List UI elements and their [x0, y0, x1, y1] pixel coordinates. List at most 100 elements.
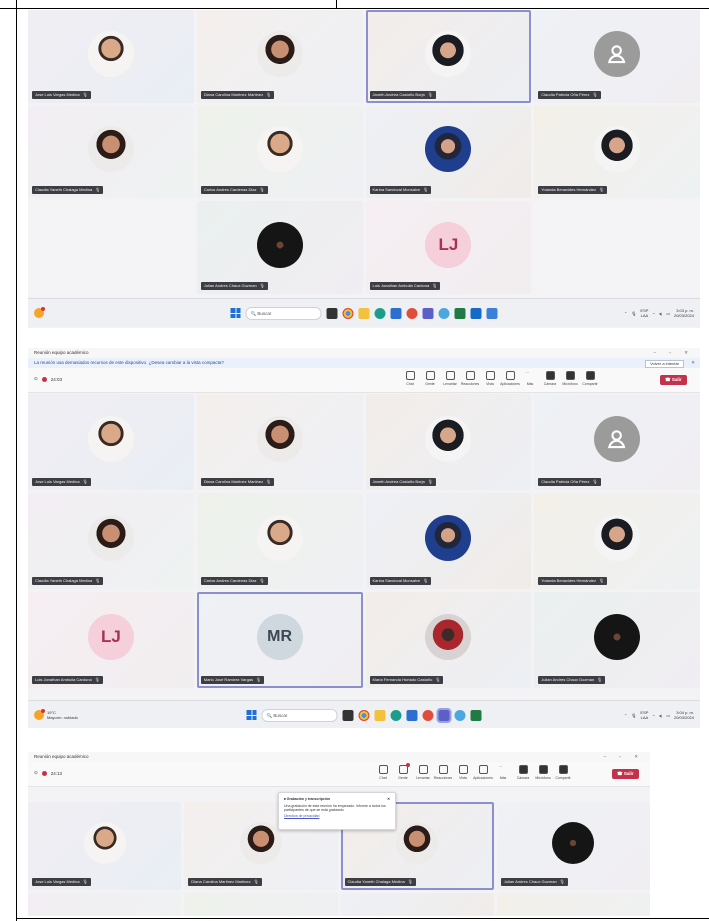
- participant-name: Claudia Yaneth Chalaga Medina 🎙: [344, 878, 416, 886]
- chrome-icon[interactable]: [358, 709, 370, 721]
- participant-tile[interactable]: Yolanda Benavides Hernández 🎙: [534, 493, 700, 589]
- more-button[interactable]: ··· Más: [496, 765, 510, 780]
- people-button[interactable]: Gente: [423, 371, 437, 386]
- tray-chevron-icon[interactable]: ⌃: [624, 311, 627, 316]
- volume-icon[interactable]: ◂): [659, 713, 662, 718]
- participant-tile[interactable]: Diana Carolina Martinez Martinez 🎙: [196, 10, 363, 103]
- participant-tile[interactable]: Julian Andres Chaux Guzman 🎙: [496, 802, 650, 890]
- participant-tile-partial[interactable]: [340, 893, 494, 916]
- app-icon[interactable]: [422, 709, 434, 721]
- file-explorer-icon[interactable]: [342, 709, 354, 721]
- microphone-button[interactable]: Micrófono: [535, 765, 551, 780]
- app-icon[interactable]: [454, 709, 466, 721]
- battery-icon[interactable]: ▭: [666, 311, 670, 316]
- app-icon[interactable]: [438, 307, 450, 319]
- raise-hand-button[interactable]: Levantar: [443, 371, 457, 386]
- apps-button[interactable]: Aplicaciones: [473, 765, 493, 780]
- battery-icon[interactable]: ▭: [666, 713, 670, 718]
- reactions-button[interactable]: Reacciones: [434, 765, 452, 780]
- store-icon[interactable]: [406, 709, 418, 721]
- tray-mic-icon[interactable]: 🎙: [631, 311, 636, 316]
- mic-icon: 🎙: [423, 187, 429, 193]
- close-icon[interactable]: ✕: [387, 797, 390, 801]
- participant-tile[interactable]: Claudia Patricia Oña Pérez 🎙: [534, 394, 700, 490]
- participant-tile-partial[interactable]: [184, 893, 338, 916]
- volume-icon[interactable]: ◂): [659, 311, 662, 316]
- file-explorer-icon[interactable]: [326, 307, 338, 319]
- clock[interactable]: 3:03 p. m. 20/03/2024: [674, 308, 694, 318]
- chat-button[interactable]: Chat: [403, 371, 417, 386]
- window-controls[interactable]: ‒ ▫ ✕: [654, 348, 694, 358]
- windows-start-icon[interactable]: [246, 710, 257, 720]
- leave-button[interactable]: ☎ Salir: [660, 375, 687, 385]
- taskbar-search-input[interactable]: 🔍 Buscar: [261, 708, 338, 722]
- teams-icon[interactable]: [422, 307, 434, 319]
- app-icon[interactable]: [486, 307, 498, 319]
- outlook-icon[interactable]: [470, 307, 482, 319]
- participant-tile[interactable]: LJ Luis Jonathan Ambuila Cardona 🎙: [28, 592, 194, 688]
- view-button[interactable]: Vista: [456, 765, 470, 780]
- participant-tile-active-speaker[interactable]: Janeth Andrea Castaño Borja 🎙: [365, 10, 532, 103]
- participant-tile[interactable]: Claudia Yaneth Chalaga Medina 🎙: [28, 105, 194, 199]
- reactions-button[interactable]: Reacciones: [461, 371, 479, 386]
- participant-tile[interactable]: Jose Luis Vargas Medina 🎙: [28, 10, 194, 103]
- folder-icon[interactable]: [358, 307, 370, 319]
- excel-icon[interactable]: [470, 709, 482, 721]
- language-indicator[interactable]: ESP LAA: [640, 710, 648, 720]
- weather-icon[interactable]: [34, 307, 45, 318]
- participant-tile-partial[interactable]: [28, 893, 182, 916]
- close-icon[interactable]: ✕: [691, 358, 695, 368]
- participant-tile[interactable]: Claudia Yaneth Chalaga Medina 🎙: [28, 493, 194, 589]
- raise-hand-button[interactable]: Levantar: [416, 765, 430, 780]
- participant-tile[interactable]: Claudia Patricia Oña Pérez 🎙: [534, 10, 700, 103]
- participant-tile-partial[interactable]: [496, 893, 650, 916]
- participant-tile[interactable]: Janeth Andrea Castaño Borja 🎙: [365, 394, 532, 490]
- participant-tile[interactable]: Jose Luis Vargas Medina 🎙: [28, 802, 182, 890]
- participant-tile[interactable]: Carlos Andres Cardenas Diaz 🎙: [196, 105, 363, 199]
- clock[interactable]: 3:04 p. m. 20/03/2024: [674, 710, 694, 720]
- privacy-policy-link[interactable]: Directiva de privacidad: [284, 814, 390, 818]
- microphone-button[interactable]: Micrófono: [562, 371, 578, 386]
- tray-chevron-icon[interactable]: ⌃: [624, 713, 627, 718]
- tray-mic-icon[interactable]: 🎙: [631, 713, 636, 718]
- share-button[interactable]: Compartir: [555, 765, 571, 780]
- camera-button[interactable]: Cámara: [543, 371, 557, 386]
- folder-icon[interactable]: [374, 709, 386, 721]
- participant-tile[interactable]: María Fernanda Hurtado Castaño 🎙: [365, 592, 532, 688]
- leave-button[interactable]: ☎ Salir: [612, 769, 639, 779]
- chat-button[interactable]: Chat: [376, 765, 390, 780]
- camera-button[interactable]: Cámara: [516, 765, 530, 780]
- app-icon[interactable]: [406, 307, 418, 319]
- wifi-icon[interactable]: ◔: [652, 311, 654, 316]
- chrome-icon[interactable]: [342, 307, 354, 319]
- participant-tile[interactable]: LJ Luis Jonathan Ambuila Cardona 🎙: [365, 201, 532, 294]
- participant-tile[interactable]: Diana Carolina Martinez Martinez 🎙: [196, 394, 363, 490]
- more-button[interactable]: ··· Más: [523, 371, 537, 386]
- participant-tile[interactable]: Karina Sandoval Monsalve 🎙: [365, 105, 532, 199]
- participant-name: Claudia Patricia Oña Pérez 🎙: [538, 90, 601, 99]
- window-controls[interactable]: ‒ ▫ ✕: [604, 752, 644, 762]
- participant-tile[interactable]: Julian Andres Chaux Guzman 🎙: [534, 592, 700, 688]
- excel-icon[interactable]: [454, 307, 466, 319]
- participant-tile[interactable]: Julian Andres Chaux Guzman 🎙: [196, 201, 363, 294]
- edge-icon[interactable]: [374, 307, 386, 319]
- edge-icon[interactable]: [390, 709, 402, 721]
- teams-icon[interactable]: [436, 707, 452, 723]
- participant-avatar: [256, 221, 303, 268]
- share-button[interactable]: Compartir: [582, 371, 598, 386]
- apps-button[interactable]: Aplicaciones: [500, 371, 520, 386]
- view-button[interactable]: Vista: [483, 371, 497, 386]
- store-icon[interactable]: [390, 307, 402, 319]
- participant-tile[interactable]: Carlos Andres Cardenas Diaz 🎙: [196, 493, 363, 589]
- participant-tile[interactable]: Jose Luis Vargas Medina 🎙: [28, 394, 194, 490]
- language-indicator[interactable]: ESP LAA: [640, 308, 648, 318]
- info-bar-button[interactable]: Volver a intentar: [645, 360, 684, 368]
- people-button[interactable]: Gente: [396, 763, 410, 780]
- participant-tile[interactable]: Karina Sandoval Monsalve 🎙: [365, 493, 532, 589]
- windows-start-icon[interactable]: [230, 308, 241, 318]
- participant-tile[interactable]: Yolanda Benavides Hernández 🎙: [534, 105, 700, 199]
- participant-tile-active-speaker[interactable]: MR Mario José Ramírez Vargas 🎙: [196, 592, 363, 688]
- weather-widget[interactable]: 19°C Mayorm. nublado: [34, 709, 78, 720]
- taskbar-search-input[interactable]: 🔍 Buscar: [245, 306, 322, 320]
- wifi-icon[interactable]: ◔: [652, 713, 654, 718]
